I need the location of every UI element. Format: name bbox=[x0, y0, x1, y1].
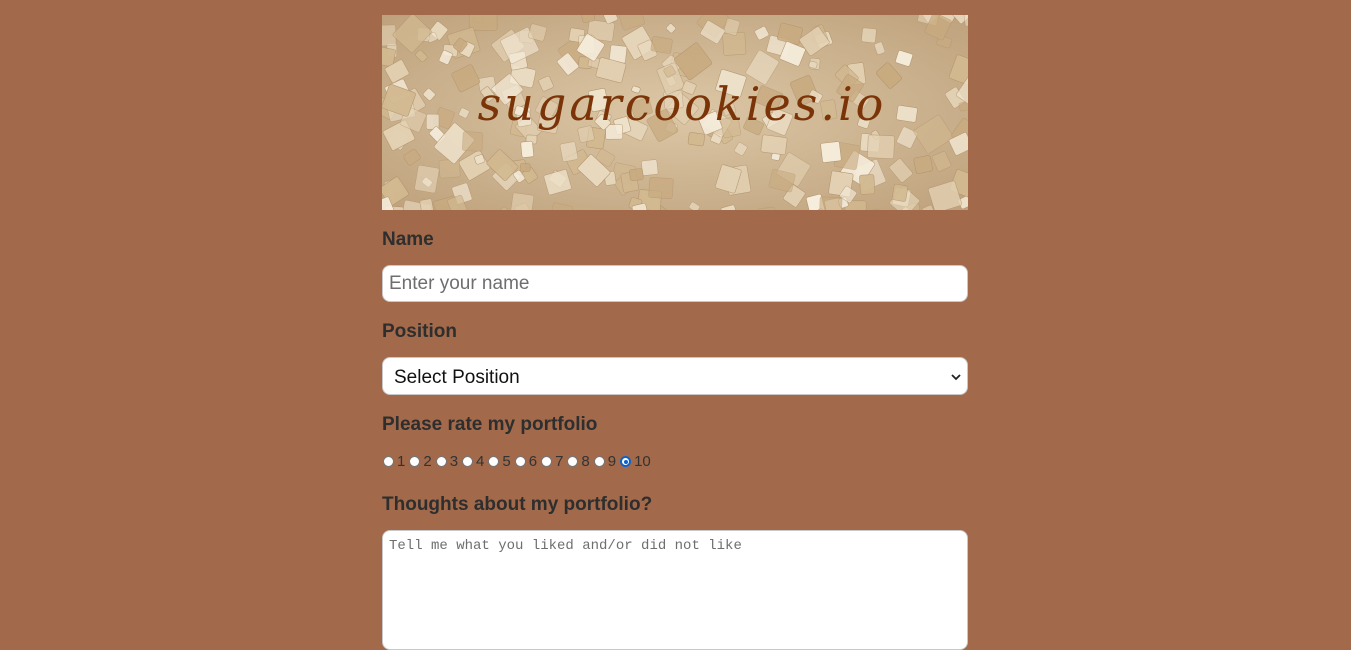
name-input[interactable] bbox=[382, 265, 968, 302]
rating-radio-group: 1 2 3 4 5 6 7 8 9 10 bbox=[382, 453, 654, 470]
rating-option-2[interactable]: 2 bbox=[408, 453, 434, 470]
rating-radio-3[interactable] bbox=[435, 456, 447, 467]
rating-number-3: 3 bbox=[449, 453, 459, 470]
rating-radio-9[interactable] bbox=[593, 456, 605, 467]
name-label: Name bbox=[382, 229, 434, 250]
rating-option-6[interactable]: 6 bbox=[514, 453, 540, 470]
rating-radio-2[interactable] bbox=[409, 456, 421, 467]
rating-option-10[interactable]: 10 bbox=[619, 453, 654, 470]
rating-option-5[interactable]: 5 bbox=[487, 453, 513, 470]
rating-radio-7[interactable] bbox=[541, 456, 553, 467]
rating-radio-1[interactable] bbox=[383, 456, 394, 467]
rating-number-4: 4 bbox=[476, 453, 485, 470]
rating-option-7[interactable]: 7 bbox=[540, 453, 566, 470]
position-label: Position bbox=[382, 321, 457, 342]
rating-radio-5[interactable] bbox=[488, 456, 500, 467]
rating-number-6: 6 bbox=[528, 453, 538, 470]
rating-radio-6[interactable] bbox=[514, 456, 526, 467]
rating-number-1: 1 bbox=[397, 453, 406, 470]
thoughts-label: Thoughts about my portfolio? bbox=[382, 494, 653, 515]
rating-radio-8[interactable] bbox=[567, 456, 579, 467]
rating-number-9: 9 bbox=[607, 453, 617, 470]
header-banner: sugarcookies.io bbox=[382, 15, 968, 210]
rating-option-8[interactable]: 8 bbox=[566, 453, 592, 470]
rating-option-1[interactable]: 1 bbox=[382, 453, 408, 470]
rating-number-8: 8 bbox=[581, 453, 590, 470]
rating-radio-10[interactable] bbox=[620, 456, 632, 467]
chevron-down-icon bbox=[951, 374, 961, 381]
rating-number-5: 5 bbox=[502, 453, 511, 470]
position-select[interactable]: Select Position bbox=[382, 357, 968, 395]
rating-option-3[interactable]: 3 bbox=[435, 453, 461, 470]
rating-number-2: 2 bbox=[423, 453, 432, 470]
rating-number-10: 10 bbox=[634, 453, 651, 470]
brand-logo-text: sugarcookies.io bbox=[477, 77, 887, 131]
rating-number-7: 7 bbox=[555, 453, 564, 470]
position-select-value: Select Position bbox=[394, 367, 520, 388]
survey-container: sugarcookies.io Name Position Select Pos… bbox=[382, 15, 968, 650]
thoughts-textarea[interactable] bbox=[382, 530, 968, 650]
rating-radio-4[interactable] bbox=[462, 456, 474, 467]
rating-option-4[interactable]: 4 bbox=[461, 453, 487, 470]
rating-option-9[interactable]: 9 bbox=[593, 453, 619, 470]
rating-label: Please rate my portfolio bbox=[382, 414, 598, 435]
